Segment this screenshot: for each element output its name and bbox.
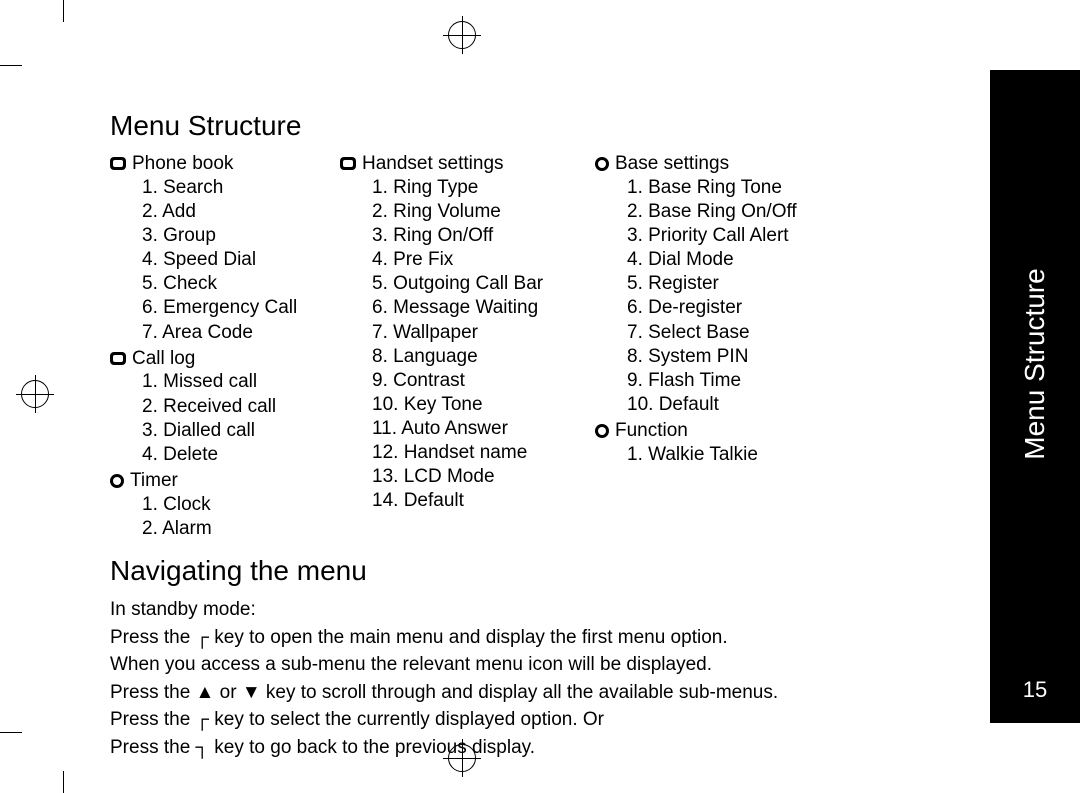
menu-icon-circle [595,157,609,171]
menu-group: Timer1. Clock2. Alarm [110,469,330,541]
group-items: 1. Base Ring Tone2. Base Ring On/Off3. P… [595,176,835,417]
menu-group: Function1. Walkie Talkie [595,419,835,467]
nav-line-standby: In standby mode: [110,597,890,623]
group-title: Function [615,419,688,443]
key-up-icon: ▲ [196,680,215,706]
group-header: Function [595,419,835,443]
menu-item: 3. Dialled call [142,419,330,443]
menu-item: 4. Pre Fix [372,248,585,272]
group-title: Call log [132,347,195,371]
menu-icon-circle [110,474,124,488]
menu-item: 6. Emergency Call [142,296,330,320]
group-header: Timer [110,469,330,493]
menu-item: 1. Clock [142,493,330,517]
menu-item: 13. LCD Mode [372,465,585,489]
key-select-icon: ┌ [196,707,209,733]
sidebar-label: Menu Structure [1019,268,1051,459]
key-back-icon: ┐ [196,735,209,761]
group-header: Phone book [110,152,330,176]
menu-item: 7. Wallpaper [372,321,585,345]
menu-column: Phone book1. Search2. Add3. Group4. Spee… [110,152,330,543]
menu-item: 14. Default [372,489,585,513]
menu-item: 2. Base Ring On/Off [627,200,835,224]
heading-navigating: Navigating the menu [110,555,890,587]
nav-line-select: Press the ┌ key to select the currently … [110,707,890,733]
menu-item: 1. Base Ring Tone [627,176,835,200]
nav-line-submenu: When you access a sub-menu the relevant … [110,652,890,678]
group-title: Base settings [615,152,729,176]
menu-item: 3. Ring On/Off [372,224,585,248]
menu-item: 5. Check [142,272,330,296]
menu-item: 1. Ring Type [372,176,585,200]
menu-group: Base settings1. Base Ring Tone2. Base Ri… [595,152,835,417]
menu-icon-rect [340,157,356,170]
group-title: Handset settings [362,152,504,176]
group-header: Base settings [595,152,835,176]
menu-item: 10. Default [627,393,835,417]
key-down-icon: ▼ [242,680,261,706]
group-header: Handset settings [340,152,585,176]
menu-item: 6. De-register [627,296,835,320]
menu-group: Handset settings1. Ring Type2. Ring Volu… [340,152,585,514]
menu-item: 2. Alarm [142,517,330,541]
navigation-instructions: In standby mode: Press the ┌ key to open… [110,597,890,761]
menu-item: 8. Language [372,345,585,369]
menu-columns: Phone book1. Search2. Add3. Group4. Spee… [110,152,890,543]
menu-item: 3. Priority Call Alert [627,224,835,248]
menu-item: 7. Select Base [627,321,835,345]
group-items: 1. Walkie Talkie [595,443,835,467]
group-items: 1. Ring Type2. Ring Volume3. Ring On/Off… [340,176,585,514]
menu-item: 1. Walkie Talkie [627,443,835,467]
menu-item: 7. Area Code [142,321,330,345]
group-items: 1. Missed call2. Received call3. Dialled… [110,370,330,467]
group-items: 1. Search2. Add3. Group4. Speed Dial5. C… [110,176,330,345]
menu-item: 4. Dial Mode [627,248,835,272]
menu-item: 5. Register [627,272,835,296]
menu-item: 4. Speed Dial [142,248,330,272]
nav-line-scroll: Press the ▲ or ▼ key to scroll through a… [110,680,890,706]
nav-line-back: Press the ┐ key to go back to the previo… [110,735,890,761]
menu-icon-rect [110,352,126,365]
menu-item: 10. Key Tone [372,393,585,417]
heading-menu-structure: Menu Structure [110,110,890,142]
menu-item: 6. Message Waiting [372,296,585,320]
group-items: 1. Clock2. Alarm [110,493,330,541]
nav-line-open: Press the ┌ key to open the main menu an… [110,625,890,651]
menu-icon-circle [595,424,609,438]
menu-item: 2. Add [142,200,330,224]
menu-item: 9. Flash Time [627,369,835,393]
sidebar-tab: Menu Structure 15 [990,70,1080,723]
menu-group: Call log1. Missed call2. Received call3.… [110,347,330,467]
menu-item: 4. Delete [142,443,330,467]
group-header: Call log [110,347,330,371]
menu-icon-rect [110,157,126,170]
menu-item: 9. Contrast [372,369,585,393]
menu-item: 12. Handset name [372,441,585,465]
group-title: Phone book [132,152,233,176]
key-open-icon: ┌ [196,625,209,651]
menu-item: 3. Group [142,224,330,248]
group-title: Timer [130,469,178,493]
menu-item: 1. Search [142,176,330,200]
menu-column: Base settings1. Base Ring Tone2. Base Ri… [595,152,835,543]
menu-item: 11. Auto Answer [372,417,585,441]
menu-item: 5. Outgoing Call Bar [372,272,585,296]
menu-group: Phone book1. Search2. Add3. Group4. Spee… [110,152,330,345]
menu-item: 1. Missed call [142,370,330,394]
menu-item: 2. Ring Volume [372,200,585,224]
menu-item: 8. System PIN [627,345,835,369]
menu-item: 2. Received call [142,395,330,419]
page-number: 15 [1023,677,1047,703]
menu-column: Handset settings1. Ring Type2. Ring Volu… [340,152,585,543]
